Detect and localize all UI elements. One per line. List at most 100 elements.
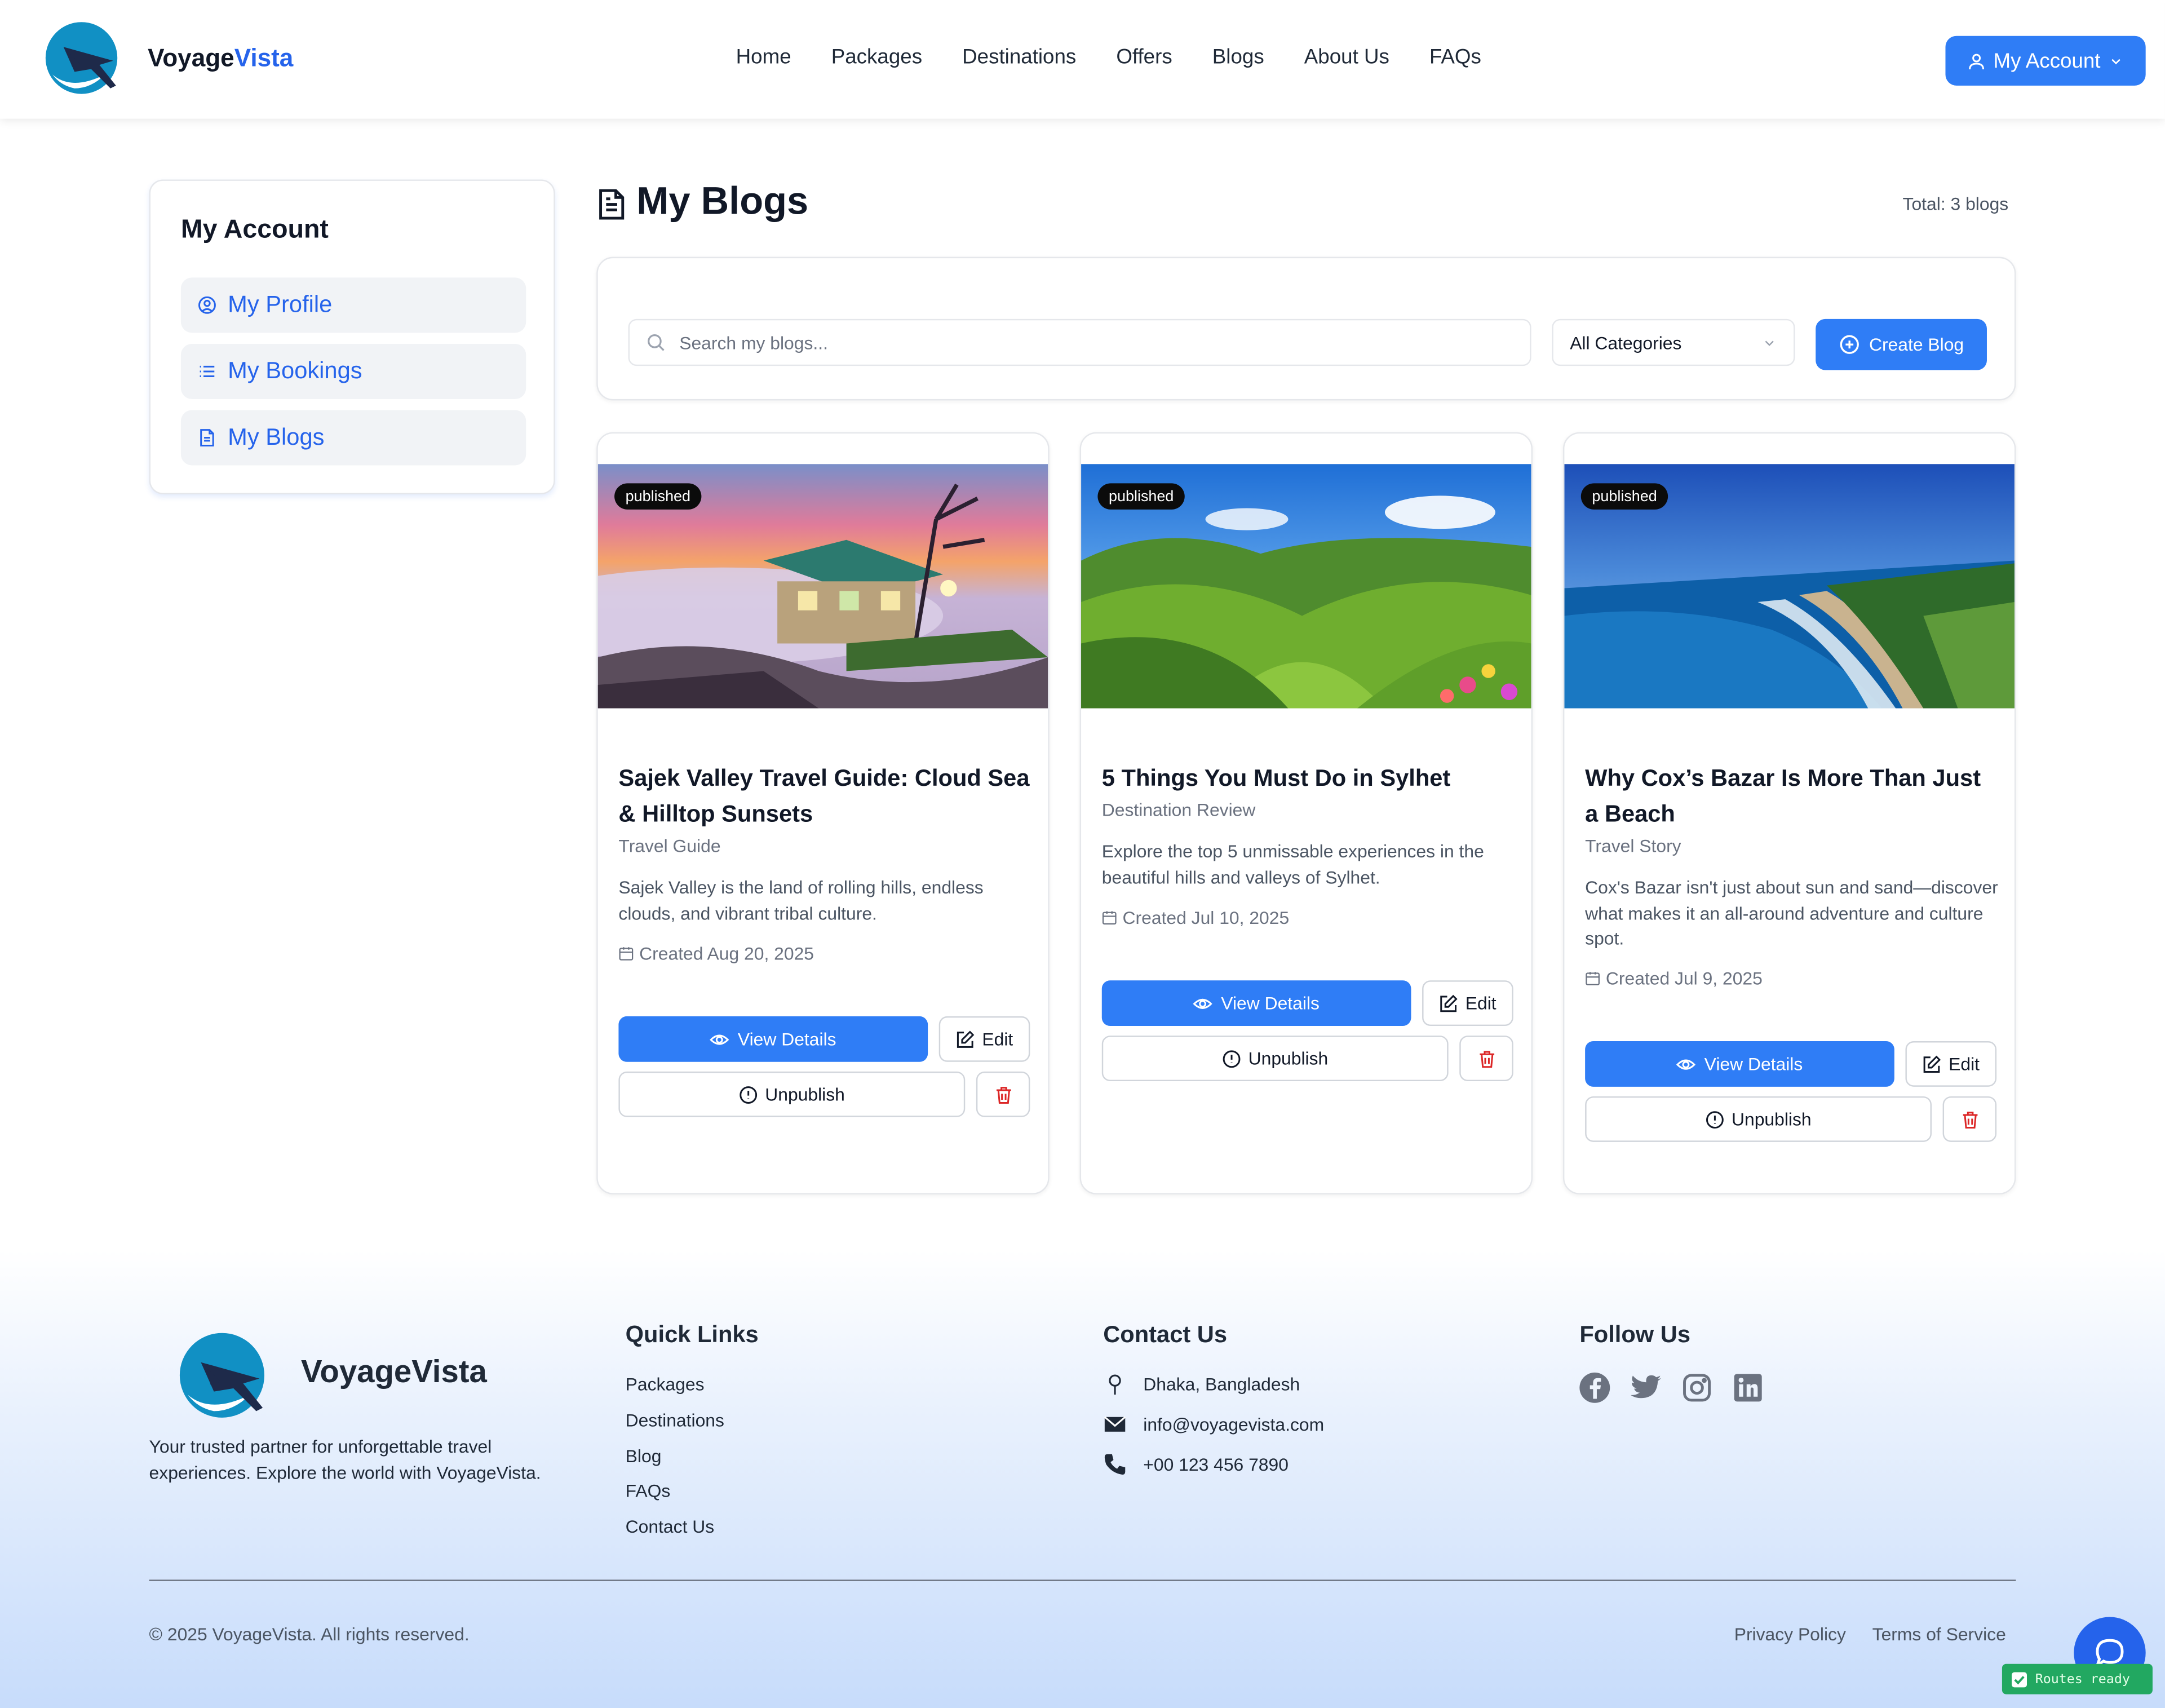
chevron-down-icon bbox=[2111, 58, 2121, 64]
blog-excerpt: Sajek Valley is the land of rolling hill… bbox=[618, 877, 984, 923]
edit-icon bbox=[1924, 1055, 1941, 1072]
search-icon bbox=[648, 334, 665, 351]
unpublish-label: Unpublish bbox=[765, 1083, 845, 1105]
view-details-button[interactable]: View Details bbox=[1101, 980, 1411, 1026]
unpublish-button[interactable]: Unpublish bbox=[1101, 1036, 1449, 1082]
brand-part-voyage: Voyage bbox=[148, 44, 234, 72]
alert-circle-icon bbox=[1223, 1050, 1241, 1068]
copyright: © 2025 VoyageVista. All rights reserved. bbox=[149, 1623, 470, 1645]
footer-divider bbox=[149, 1579, 2016, 1581]
edit-label: Edit bbox=[982, 1028, 1013, 1050]
view-details-button[interactable]: View Details bbox=[1585, 1041, 1894, 1087]
my-account-button[interactable]: My Account bbox=[1945, 36, 2146, 86]
blog-created-date: Created Aug 20, 2025 bbox=[618, 943, 814, 964]
facebook-icon[interactable] bbox=[1578, 1371, 1611, 1404]
footer-tagline: Your trusted partner for unforgettable t… bbox=[149, 1436, 541, 1483]
contact-phone-text: +00 123 456 7890 bbox=[1143, 1454, 1289, 1475]
unpublish-button[interactable]: Unpublish bbox=[618, 1071, 966, 1117]
phone-icon bbox=[1104, 1454, 1126, 1475]
blog-total-count: Total: 3 blogs bbox=[1902, 193, 2009, 214]
unpublish-button[interactable]: Unpublish bbox=[1585, 1096, 1932, 1142]
edit-icon bbox=[957, 1030, 975, 1047]
delete-button[interactable] bbox=[1942, 1096, 1997, 1142]
mail-icon bbox=[1104, 1416, 1126, 1432]
terms-of-service-link[interactable]: Terms of Service bbox=[1872, 1624, 2006, 1645]
edit-label: Edit bbox=[1465, 993, 1497, 1014]
create-blog-label: Create Blog bbox=[1869, 334, 1964, 355]
user-icon bbox=[1968, 53, 1984, 69]
nav-about-us[interactable]: About Us bbox=[1304, 46, 1389, 69]
view-details-button[interactable]: View Details bbox=[618, 1016, 928, 1062]
logo-icon[interactable] bbox=[177, 1330, 271, 1421]
footer-link-packages[interactable]: Packages bbox=[626, 1374, 705, 1395]
privacy-policy-link[interactable]: Privacy Policy bbox=[1734, 1624, 1846, 1645]
status-badge: published bbox=[614, 483, 702, 510]
delete-button[interactable] bbox=[1459, 1036, 1513, 1082]
blog-category: Destination Review bbox=[1101, 799, 1256, 821]
unpublish-label: Unpublish bbox=[1248, 1048, 1329, 1069]
blog-excerpt: Cox's Bazar isn't just about sun and san… bbox=[1585, 877, 1998, 949]
sidebar-item-label: My Bookings bbox=[228, 357, 362, 384]
contact-address-text: Dhaka, Bangladesh bbox=[1143, 1374, 1300, 1395]
file-text-icon bbox=[599, 189, 625, 220]
unpublish-label: Unpublish bbox=[1731, 1109, 1812, 1130]
calendar-icon bbox=[619, 947, 634, 961]
nav-blogs[interactable]: Blogs bbox=[1212, 46, 1264, 69]
status-badge: published bbox=[1097, 483, 1185, 510]
contact-phone[interactable]: +00 123 456 7890 bbox=[1103, 1453, 1289, 1476]
contact-address: Dhaka, Bangladesh bbox=[1103, 1373, 1300, 1396]
footer-link-destinations[interactable]: Destinations bbox=[626, 1410, 724, 1431]
sidebar-item-my-blogs[interactable]: My Blogs bbox=[180, 410, 526, 466]
my-account-label: My Account bbox=[1993, 48, 2101, 73]
blog-created-date: Created Jul 10, 2025 bbox=[1102, 907, 1289, 928]
footer-link-contact-us[interactable]: Contact Us bbox=[626, 1516, 715, 1537]
blog-excerpt: Explore the top 5 unmissable experiences… bbox=[1101, 840, 1484, 887]
brand-name[interactable]: VoyageVista bbox=[148, 44, 293, 73]
sidebar-item-my-bookings[interactable]: My Bookings bbox=[180, 343, 526, 399]
contact-email[interactable]: info@voyagevista.com bbox=[1103, 1413, 1324, 1436]
instagram-icon[interactable] bbox=[1680, 1371, 1714, 1404]
trash-icon bbox=[1479, 1050, 1494, 1068]
search-field[interactable] bbox=[628, 318, 1531, 366]
linkedin-icon[interactable] bbox=[1732, 1371, 1765, 1404]
twitter-icon[interactable] bbox=[1630, 1371, 1663, 1404]
check-icon bbox=[2012, 1671, 2027, 1687]
page-title: My Blogs bbox=[636, 179, 809, 223]
category-select[interactable]: All Categories bbox=[1552, 318, 1795, 366]
trash-icon bbox=[995, 1086, 1011, 1103]
footer-link-blog[interactable]: Blog bbox=[626, 1446, 662, 1467]
eye-icon bbox=[710, 1034, 730, 1045]
blog-title[interactable]: 5 Things You Must Do in Sylhet bbox=[1102, 761, 1516, 797]
eye-icon bbox=[1676, 1059, 1696, 1069]
account-sidebar: My Account My Profile My Bookings My Blo… bbox=[149, 179, 555, 494]
edit-button[interactable]: Edit bbox=[938, 1016, 1030, 1062]
user-circle-icon bbox=[198, 296, 216, 314]
blog-created-date: Created Jul 9, 2025 bbox=[1585, 968, 1763, 989]
logo-icon[interactable] bbox=[44, 19, 121, 96]
footer-link-faqs[interactable]: FAQs bbox=[626, 1480, 671, 1501]
blog-category: Travel Story bbox=[1585, 835, 1681, 856]
blog-title[interactable]: Sajek Valley Travel Guide: Cloud Sea & H… bbox=[618, 761, 1033, 833]
list-icon bbox=[200, 365, 215, 378]
nav-home[interactable]: Home bbox=[736, 46, 791, 69]
main-nav: Home Packages Destinations Offers Blogs … bbox=[736, 46, 1521, 69]
edit-button[interactable]: Edit bbox=[1905, 1041, 1997, 1087]
create-blog-button[interactable]: Create Blog bbox=[1816, 318, 1987, 370]
nav-destinations[interactable]: Destinations bbox=[962, 46, 1076, 69]
sidebar-item-my-profile[interactable]: My Profile bbox=[180, 277, 526, 333]
edit-label: Edit bbox=[1949, 1054, 1980, 1074]
view-details-label: View Details bbox=[737, 1028, 836, 1050]
blog-title[interactable]: Why Cox’s Bazar Is More Than Just a Beac… bbox=[1585, 761, 1999, 833]
delete-button[interactable] bbox=[976, 1071, 1030, 1117]
nav-offers[interactable]: Offers bbox=[1116, 46, 1172, 69]
nav-packages[interactable]: Packages bbox=[831, 46, 922, 69]
edit-button[interactable]: Edit bbox=[1422, 980, 1513, 1026]
trash-icon bbox=[1962, 1111, 1977, 1128]
nav-faqs[interactable]: FAQs bbox=[1429, 46, 1481, 69]
edit-icon bbox=[1440, 994, 1458, 1011]
search-input[interactable] bbox=[679, 332, 1508, 353]
alert-circle-icon bbox=[740, 1085, 758, 1103]
calendar-icon bbox=[1102, 911, 1117, 925]
created-date-text: Created Jul 10, 2025 bbox=[1122, 907, 1290, 928]
blog-card: published Sajek Valley Travel Guide: Clo… bbox=[596, 432, 1050, 1194]
